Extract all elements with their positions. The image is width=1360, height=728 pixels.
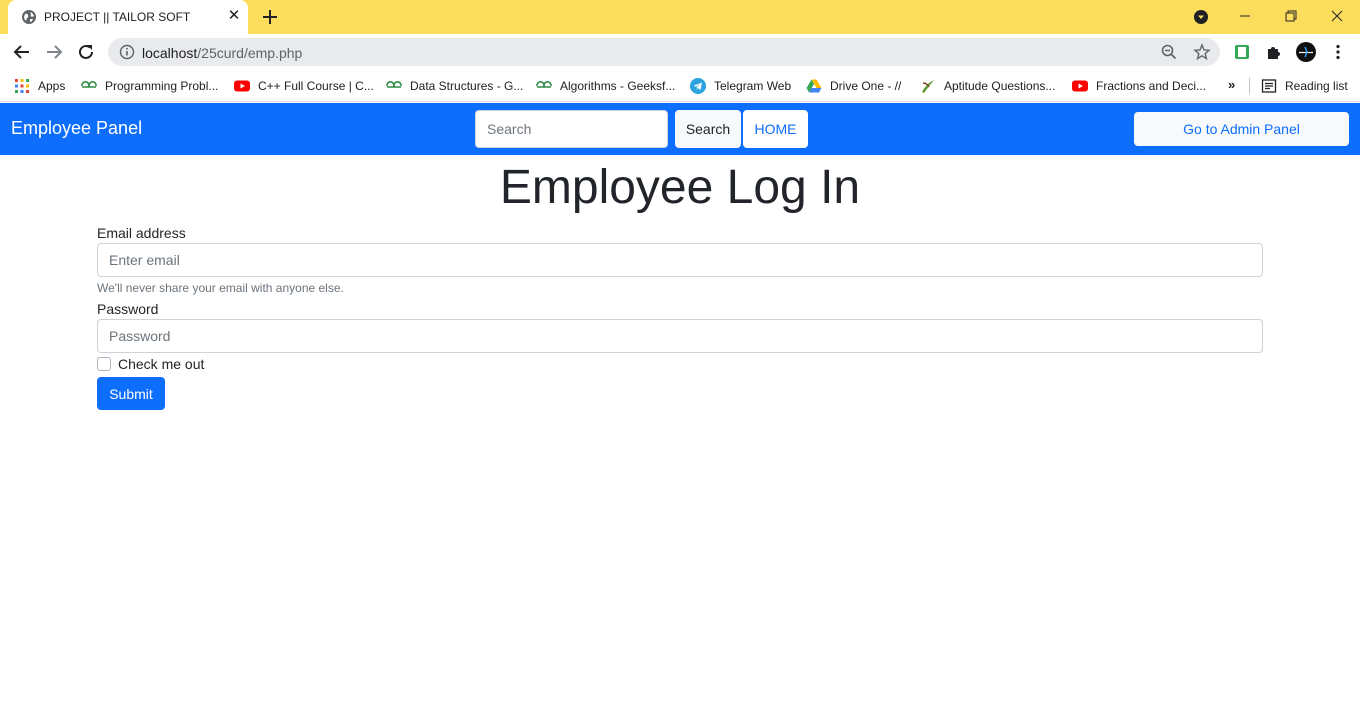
bookmark-label: Programming Probl... xyxy=(105,79,219,93)
email-label: Email address xyxy=(97,225,186,241)
reload-icon[interactable] xyxy=(76,42,96,62)
checkbox-label[interactable]: Check me out xyxy=(118,356,204,372)
tab-close-icon[interactable]: ✕ xyxy=(226,8,242,24)
geeksforgeeks-icon xyxy=(81,81,97,88)
bookmarks-divider xyxy=(1249,78,1250,94)
bookmark-label: C++ Full Course | C... xyxy=(258,79,374,93)
page-title: Employee Log In xyxy=(499,161,861,214)
geeksforgeeks-icon xyxy=(386,81,402,88)
forward-arrow-icon[interactable] xyxy=(44,42,64,62)
site-info-icon[interactable] xyxy=(119,44,135,60)
bookmark-star-icon[interactable] xyxy=(1193,43,1211,61)
reading-list-label: Reading list xyxy=(1285,79,1348,93)
minimize-icon[interactable] xyxy=(1236,7,1254,25)
apps-grid-icon xyxy=(15,79,29,93)
home-button[interactable]: HOME xyxy=(743,110,808,148)
youtube-icon xyxy=(1072,80,1088,92)
zoom-icon[interactable] xyxy=(1160,43,1178,61)
bookmark-label: Drive One - // xyxy=(830,79,902,93)
password-field[interactable] xyxy=(97,319,1263,353)
bookmark-fractions[interactable]: Fractions and Deci... xyxy=(1072,76,1206,96)
bookmark-data-structures[interactable]: Data Structures - G... xyxy=(386,76,523,96)
tab-title: PROJECT || TAILOR SOFT xyxy=(44,10,191,24)
password-label: Password xyxy=(97,301,159,317)
bookmark-programming-problems[interactable]: Programming Probl... xyxy=(81,76,218,96)
bookmarks-bar: Apps Programming Probl... C++ Full Cours… xyxy=(0,70,1360,102)
email-help-text: We'll never share your email with anyone… xyxy=(97,281,344,295)
address-bar[interactable]: localhost/25curd/emp.php xyxy=(108,38,1220,66)
bookmark-telegram[interactable]: Telegram Web xyxy=(690,76,791,96)
geeksforgeeks-icon xyxy=(536,81,552,88)
extensions-puzzle-icon[interactable] xyxy=(1264,42,1284,62)
tab-search-icon[interactable] xyxy=(1193,9,1209,25)
profile-avatar-icon[interactable] xyxy=(1296,42,1316,62)
extension-green-icon[interactable] xyxy=(1232,42,1252,62)
bookmark-label: Fractions and Deci... xyxy=(1096,79,1207,93)
browser-toolbar: localhost/25curd/emp.php xyxy=(0,34,1360,70)
tab-strip: PROJECT || TAILOR SOFT ✕ xyxy=(0,0,1360,34)
bookmark-apps[interactable]: Apps xyxy=(14,76,65,96)
close-window-icon[interactable] xyxy=(1328,7,1346,25)
search-button[interactable]: Search xyxy=(675,110,741,148)
google-drive-icon xyxy=(806,79,822,93)
bookmark-aptitude[interactable]: Aptitude Questions... xyxy=(920,76,1055,96)
check-me-out-checkbox[interactable] xyxy=(97,357,111,371)
bookmark-label: Algorithms - Geeksf... xyxy=(560,79,676,93)
reading-list-icon xyxy=(1261,79,1277,93)
navbar-brand[interactable]: Employee Panel xyxy=(11,118,142,139)
url-text[interactable]: localhost/25curd/emp.php xyxy=(142,45,302,61)
globe-icon xyxy=(22,10,36,24)
menu-kebab-icon[interactable] xyxy=(1328,42,1348,62)
youtube-icon xyxy=(234,80,250,92)
email-field[interactable] xyxy=(97,243,1263,277)
more-bookmarks-button[interactable]: » xyxy=(1228,77,1235,92)
admin-panel-button[interactable]: Go to Admin Panel xyxy=(1134,112,1349,146)
new-tab-icon[interactable] xyxy=(260,7,280,27)
reading-list-button[interactable]: Reading list xyxy=(1261,76,1348,96)
browser-tab[interactable]: PROJECT || TAILOR SOFT ✕ xyxy=(8,0,248,34)
bookmark-label: Data Structures - G... xyxy=(410,79,524,93)
bookmark-algorithms[interactable]: Algorithms - Geeksf... xyxy=(536,76,675,96)
telegram-icon xyxy=(690,78,706,94)
submit-button[interactable]: Submit xyxy=(97,377,165,410)
restore-icon[interactable] xyxy=(1282,7,1300,25)
url-host: localhost xyxy=(142,45,198,61)
bookmark-drive[interactable]: Drive One - // xyxy=(806,76,901,96)
bookmark-label: Apps xyxy=(38,79,66,93)
bookmark-label: Telegram Web xyxy=(714,79,792,93)
bookmark-label: Aptitude Questions... xyxy=(944,79,1056,93)
bookmark-cpp-course[interactable]: C++ Full Course | C... xyxy=(234,76,374,96)
indiabix-icon xyxy=(922,80,934,93)
url-path: /25curd/emp.php xyxy=(197,45,303,61)
employee-navbar: Employee Panel Search HOME Go to Admin P… xyxy=(0,103,1360,155)
back-arrow-icon[interactable] xyxy=(12,42,32,62)
search-input[interactable] xyxy=(475,110,668,148)
